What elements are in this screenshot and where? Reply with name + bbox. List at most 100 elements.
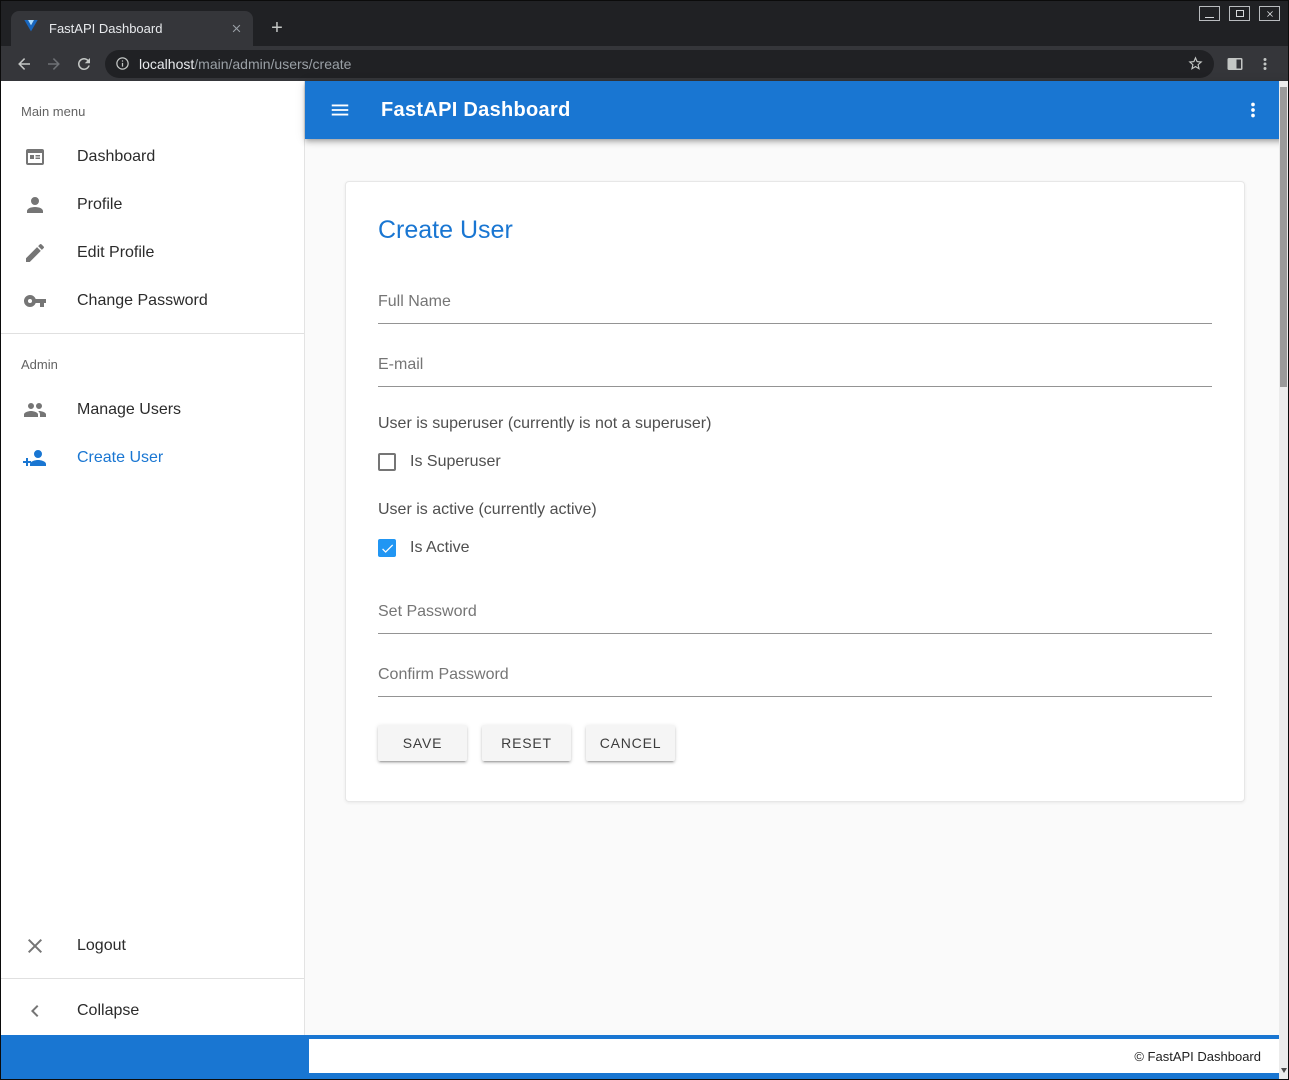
full-name-input[interactable] xyxy=(378,289,1212,324)
key-icon xyxy=(23,289,47,313)
page-title: Create User xyxy=(378,216,1212,245)
refresh-icon xyxy=(75,55,93,73)
pencil-icon xyxy=(23,241,47,265)
maximize-icon xyxy=(1236,10,1244,17)
active-checkbox-label: Is Active xyxy=(410,539,470,557)
vuetify-logo-icon xyxy=(23,18,39,39)
browser-tab[interactable]: FastAPI Dashboard xyxy=(11,11,253,46)
check-icon xyxy=(380,541,395,556)
person-add-icon xyxy=(23,446,47,470)
cancel-button[interactable]: CANCEL xyxy=(586,725,675,761)
superuser-hint: User is superuser (currently is not a su… xyxy=(378,415,1212,433)
sidebar-item-label: Collapse xyxy=(77,1002,139,1020)
sidebar-bottom: Logout Collapse xyxy=(1,922,304,1035)
window-controls xyxy=(1199,6,1280,21)
scrollbar-thumb[interactable] xyxy=(1280,87,1287,387)
set-password-field-wrap xyxy=(378,599,1212,634)
url-path: /main/admin/users/create xyxy=(194,56,351,72)
bookmark-star-icon[interactable] xyxy=(1187,55,1204,72)
browser-toolbar: localhost/main/admin/users/create xyxy=(1,46,1288,81)
sidebar-item-label: Change Password xyxy=(77,292,208,310)
reset-button[interactable]: RESET xyxy=(482,725,571,761)
window-maximize-button[interactable] xyxy=(1229,6,1250,21)
arrow-down-icon xyxy=(1281,1068,1287,1073)
sidebar-item-profile[interactable]: Profile xyxy=(1,181,304,229)
sidebar-divider xyxy=(1,978,304,979)
browser-window: FastAPI Dashboard + localh xyxy=(0,0,1289,1080)
superuser-checkbox[interactable] xyxy=(378,453,396,471)
set-password-input[interactable] xyxy=(378,599,1212,634)
full-name-field-wrap xyxy=(378,289,1212,324)
save-button[interactable]: SAVE xyxy=(378,725,467,761)
sidebar: Main menu Dashboard Profile xyxy=(1,81,305,1035)
confirm-password-field-wrap xyxy=(378,662,1212,697)
confirm-password-input[interactable] xyxy=(378,662,1212,697)
chevron-left-icon xyxy=(23,999,47,1023)
minimize-icon xyxy=(1205,17,1214,18)
content-area: Create User User is superuser (currently… xyxy=(305,139,1288,1035)
person-icon xyxy=(23,193,47,217)
arrow-left-icon xyxy=(15,55,33,73)
sidebar-item-change-password[interactable]: Change Password xyxy=(1,277,304,325)
back-button[interactable] xyxy=(9,50,39,78)
people-icon xyxy=(23,398,47,422)
browser-menu-button[interactable] xyxy=(1250,50,1280,78)
superuser-checkbox-row: Is Superuser xyxy=(378,453,1212,471)
sidebar-section-admin: Admin xyxy=(1,342,304,386)
hamburger-menu-button[interactable] xyxy=(325,96,355,124)
email-field-wrap xyxy=(378,352,1212,387)
copyright-text: © FastAPI Dashboard xyxy=(1134,1049,1261,1064)
forward-button[interactable] xyxy=(39,50,69,78)
tab-title: FastAPI Dashboard xyxy=(49,21,227,36)
active-checkbox-row: Is Active xyxy=(378,539,1212,557)
scrollbar-down-arrow[interactable] xyxy=(1279,1068,1288,1076)
active-checkbox[interactable] xyxy=(378,539,396,557)
page-body: Main menu Dashboard Profile xyxy=(1,81,1288,1035)
side-panel-button[interactable] xyxy=(1220,50,1250,78)
url-host: localhost xyxy=(139,56,194,72)
browser-titlebar: FastAPI Dashboard + xyxy=(1,1,1288,46)
dots-vertical-icon xyxy=(1242,99,1264,121)
app-bar: FastAPI Dashboard xyxy=(305,81,1288,139)
window-close-button[interactable] xyxy=(1259,6,1280,21)
superuser-checkbox-label: Is Superuser xyxy=(410,453,501,471)
url-text: localhost/main/admin/users/create xyxy=(139,56,1187,72)
create-user-card: Create User User is superuser (currently… xyxy=(345,181,1245,802)
sidebar-item-label: Create User xyxy=(77,449,163,467)
dots-vertical-icon xyxy=(1256,55,1274,73)
url-bar[interactable]: localhost/main/admin/users/create xyxy=(105,50,1214,78)
hamburger-menu-icon xyxy=(329,99,351,121)
new-tab-button[interactable]: + xyxy=(263,14,291,42)
side-panel-icon xyxy=(1226,55,1244,73)
sidebar-item-label: Profile xyxy=(77,196,122,214)
page: Main menu Dashboard Profile xyxy=(1,81,1288,1079)
sidebar-item-edit-profile[interactable]: Edit Profile xyxy=(1,229,304,277)
tab-close-icon[interactable] xyxy=(227,20,245,38)
main-area: FastAPI Dashboard Create User xyxy=(305,81,1288,1035)
footer-bar: © FastAPI Dashboard xyxy=(309,1039,1279,1073)
form-buttons: SAVE RESET CANCEL xyxy=(378,725,1212,761)
close-icon xyxy=(23,934,47,958)
sidebar-item-label: Logout xyxy=(77,937,126,955)
dashboard-icon xyxy=(23,145,47,169)
sidebar-section-main-menu: Main menu xyxy=(1,89,304,133)
page-scrollbar[interactable] xyxy=(1279,81,1288,1079)
close-icon xyxy=(1265,9,1275,19)
sidebar-divider xyxy=(1,333,304,334)
reload-button[interactable] xyxy=(69,50,99,78)
window-minimize-button[interactable] xyxy=(1199,6,1220,21)
app-footer: © FastAPI Dashboard xyxy=(1,1035,1288,1079)
sidebar-item-manage-users[interactable]: Manage Users xyxy=(1,386,304,434)
appbar-title: FastAPI Dashboard xyxy=(381,99,571,122)
appbar-menu-button[interactable] xyxy=(1238,96,1268,124)
sidebar-item-create-user[interactable]: Create User xyxy=(1,434,304,482)
sidebar-item-logout[interactable]: Logout xyxy=(1,922,304,970)
arrow-right-icon xyxy=(45,55,63,73)
sidebar-item-label: Manage Users xyxy=(77,401,181,419)
sidebar-item-collapse[interactable]: Collapse xyxy=(1,987,304,1035)
site-info-icon[interactable] xyxy=(115,56,130,71)
sidebar-item-dashboard[interactable]: Dashboard xyxy=(1,133,304,181)
active-hint: User is active (currently active) xyxy=(378,501,1212,519)
sidebar-item-label: Edit Profile xyxy=(77,244,154,262)
email-input[interactable] xyxy=(378,352,1212,387)
